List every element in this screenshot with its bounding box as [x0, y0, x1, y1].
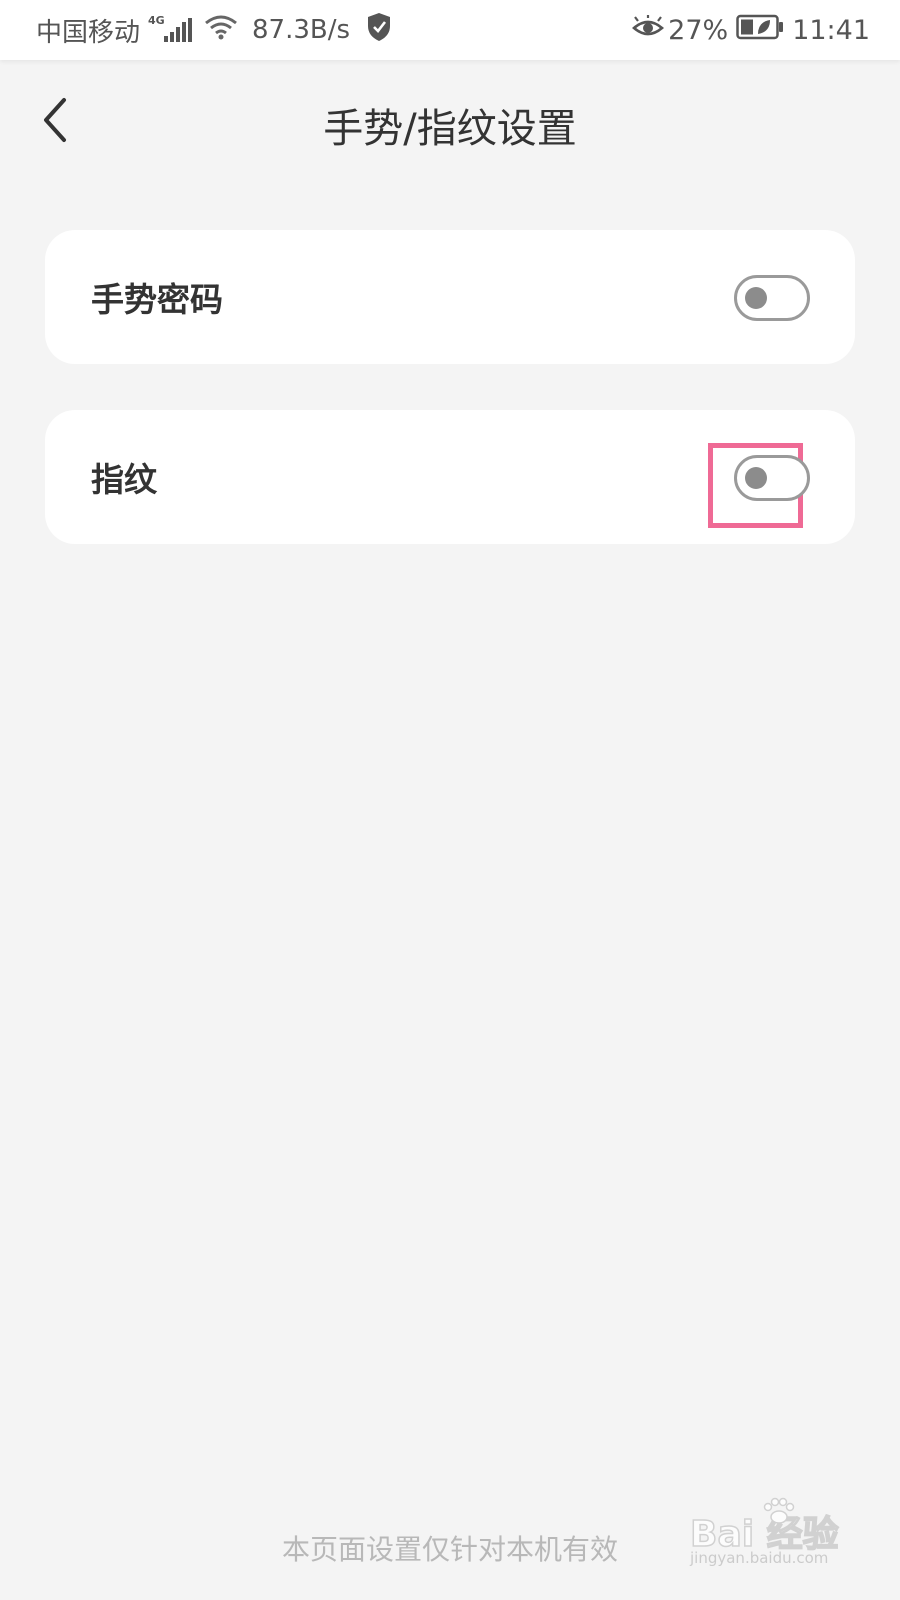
paw-icon: [763, 1497, 795, 1524]
status-left: 中国移动 4G 87.3B/s: [36, 0, 392, 60]
watermark-url: jingyan.baidu.com: [690, 1549, 829, 1567]
page-header: 手势/指纹设置: [0, 60, 900, 190]
shield-icon: [366, 12, 392, 49]
setting-card-fingerprint: 指纹: [45, 410, 855, 544]
status-right: 27% 11:41: [632, 0, 870, 60]
page-title: 手势/指纹设置: [323, 106, 577, 152]
fingerprint-toggle[interactable]: [734, 455, 810, 501]
setting-label: 指纹: [91, 460, 157, 499]
status-bar: 中国移动 4G 87.3B/s 27% 11:41: [0, 0, 900, 60]
toggle-knob: [745, 287, 767, 309]
signal-icon: 4G: [148, 14, 194, 46]
network-type: 4G: [148, 14, 165, 27]
wifi-icon: [204, 14, 238, 47]
setting-card-gesture-password: 手势密码: [45, 230, 855, 364]
carrier-name: 中国移动: [36, 17, 141, 48]
battery-percent: 27%: [668, 14, 729, 46]
gesture-password-toggle[interactable]: [734, 275, 810, 321]
clock: 11:41: [792, 14, 870, 46]
net-speed: 87.3B/s: [252, 15, 351, 45]
battery-icon: [736, 14, 784, 47]
eye-icon: [632, 13, 665, 46]
baidu-jingyan-watermark: Bai 经验 jingyan.baidu.com: [689, 1497, 860, 1575]
toggle-knob: [745, 467, 767, 489]
setting-label: 手势密码: [91, 280, 223, 319]
